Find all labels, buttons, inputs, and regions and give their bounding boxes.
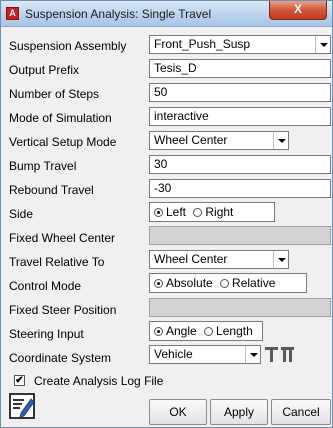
fixed-wheel-center-label: Fixed Wheel Center	[9, 231, 116, 245]
side-right-radio[interactable]	[193, 208, 203, 217]
chevron-down-icon[interactable]	[273, 132, 288, 149]
vertical-setup-mode-value: Wheel Center	[154, 133, 228, 147]
steering-input-length-radio[interactable]	[204, 327, 214, 336]
steering-input-angle-radio[interactable]	[154, 327, 163, 336]
coordinate-system-label: Coordinate System	[9, 351, 112, 365]
window-title: Suspension Analysis: Single Travel	[25, 7, 212, 21]
fixed-steer-position-label: Fixed Steer Position	[9, 303, 117, 317]
fixed-wheel-center-input	[149, 226, 331, 245]
side-left-label: Left	[166, 205, 187, 219]
chevron-down-icon[interactable]	[273, 251, 288, 268]
suspension-analysis-dialog: A Suspension Analysis: Single Travel X S…	[0, 0, 333, 428]
close-button[interactable]: X	[269, 1, 327, 20]
steering-input-radio-group: Angle Length	[149, 321, 263, 341]
number-of-steps-input[interactable]: 50	[149, 83, 331, 102]
mode-of-simulation-label: Mode of Simulation	[9, 111, 112, 125]
steering-input-length-label: Length	[216, 324, 253, 338]
control-mode-relative-label: Relative	[232, 276, 276, 290]
title-bar: A Suspension Analysis: Single Travel X	[1, 1, 332, 27]
control-mode-relative-radio[interactable]	[220, 279, 230, 288]
control-mode-absolute-radio[interactable]	[154, 279, 163, 288]
travel-relative-to-value: Wheel Center	[154, 252, 228, 266]
chevron-down-icon[interactable]	[315, 36, 330, 53]
suspension-assembly-value: Front_Push_Susp	[154, 37, 251, 51]
side-label: Side	[9, 207, 34, 221]
chevron-down-icon[interactable]	[245, 346, 260, 363]
output-prefix-label: Output Prefix	[9, 63, 80, 77]
fixed-steer-position-input	[149, 298, 331, 317]
suspension-assembly-combo[interactable]: Front_Push_Susp	[149, 35, 331, 54]
rebound-travel-label: Rebound Travel	[9, 183, 94, 197]
control-mode-radio-group: Absolute Relative	[149, 273, 307, 293]
coordinate-system-combo[interactable]: Vehicle	[149, 345, 261, 364]
travel-relative-to-label: Travel Relative To	[9, 255, 105, 269]
vertical-setup-mode-label: Vertical Setup Mode	[9, 135, 117, 149]
rebound-travel-input[interactable]: -30	[149, 179, 331, 198]
number-of-steps-label: Number of Steps	[9, 87, 100, 101]
coordinate-system-icon[interactable]	[264, 344, 296, 364]
side-left-radio[interactable]	[154, 208, 163, 217]
create-log-file-checkbox[interactable]: ✔	[14, 375, 25, 386]
steering-input-label: Steering Input	[9, 327, 84, 341]
ok-button[interactable]: OK	[149, 399, 207, 425]
control-mode-absolute-label: Absolute	[166, 276, 213, 290]
bump-travel-input[interactable]: 30	[149, 155, 331, 174]
mode-of-simulation-input[interactable]: interactive	[149, 107, 331, 126]
coordinate-system-value: Vehicle	[154, 347, 193, 361]
output-prefix-input[interactable]: Tesis_D	[149, 59, 331, 78]
bump-travel-label: Bump Travel	[9, 159, 77, 173]
side-radio-group: Left Right	[149, 202, 275, 222]
create-log-file-label: Create Analysis Log File	[34, 374, 164, 388]
apply-button[interactable]: Apply	[210, 399, 268, 425]
cancel-button[interactable]: Cancel	[271, 399, 331, 425]
suspension-assembly-label: Suspension Assembly	[9, 39, 127, 53]
travel-relative-to-combo[interactable]: Wheel Center	[149, 250, 289, 269]
steering-input-angle-label: Angle	[166, 324, 197, 338]
app-icon: A	[6, 7, 19, 20]
vertical-setup-mode-combo[interactable]: Wheel Center	[149, 131, 289, 150]
side-right-label: Right	[205, 205, 234, 219]
edit-pencil-icon[interactable]	[9, 393, 35, 419]
control-mode-label: Control Mode	[9, 279, 82, 293]
